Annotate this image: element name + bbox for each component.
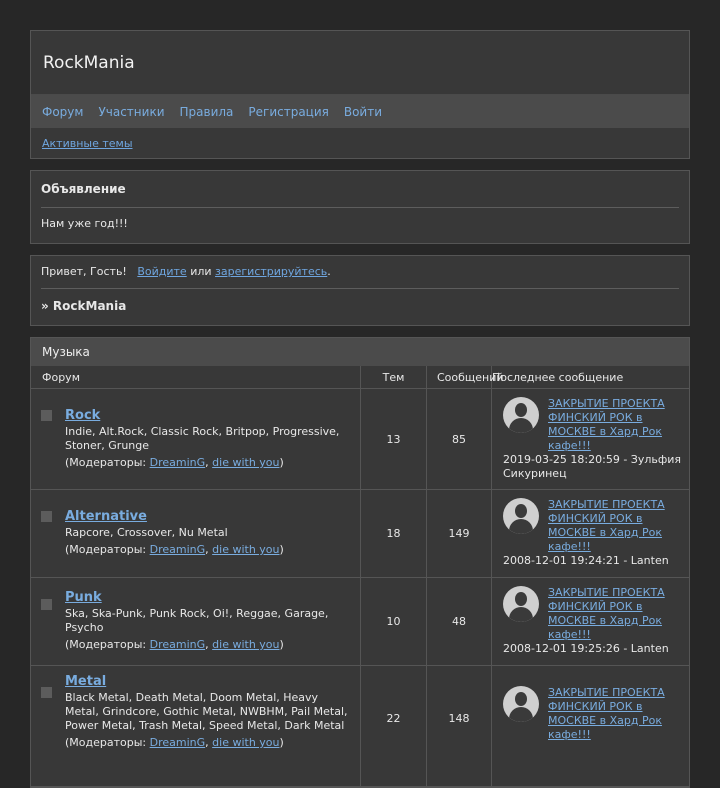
nav-login[interactable]: Войти: [344, 105, 382, 119]
forum-moderators: (Модераторы: DreaminG, die with you): [65, 638, 350, 651]
avatar-icon[interactable]: [503, 397, 539, 433]
moderator-link[interactable]: DreaminG: [150, 736, 206, 749]
avatar-icon[interactable]: [503, 586, 539, 622]
comma: ,: [205, 736, 209, 749]
page-wrapper: RockMania Форум Участники Правила Регист…: [30, 30, 690, 788]
moderators-label: (Модераторы:: [65, 638, 147, 651]
moderator-link[interactable]: die with you: [212, 543, 279, 556]
nav-rules[interactable]: Правила: [180, 105, 234, 119]
close-paren: ): [279, 736, 284, 749]
last-post-cell: ЗАКРЫТИЕ ПРОЕКТА ФИНСКИЙ РОК в МОСКВЕ в …: [492, 490, 689, 577]
comma: ,: [205, 638, 209, 651]
forum-link[interactable]: Alternative: [65, 509, 284, 524]
sub-nav: Активные темы: [31, 128, 689, 158]
forum-moderators: (Модераторы: DreaminG, die with you): [65, 456, 350, 469]
posts-count: 148: [427, 666, 492, 786]
forum-status-icon: [41, 687, 52, 698]
moderator-link[interactable]: DreaminG: [150, 638, 206, 651]
moderator-link[interactable]: die with you: [212, 456, 279, 469]
forum-row: Punk Ska, Ska-Punk, Punk Rock, Oi!, Regg…: [31, 578, 689, 666]
forum-row: Alternative Rapcore, Crossover, Nu Metal…: [31, 490, 689, 578]
moderator-link[interactable]: DreaminG: [150, 456, 206, 469]
forum-row: Rock Indie, Alt.Rock, Classic Rock, Brit…: [31, 389, 689, 490]
last-post-cell: ЗАКРЫТИЕ ПРОЕКТА ФИНСКИЙ РОК в МОСКВЕ в …: [492, 578, 689, 665]
forum-moderators: (Модераторы: DreaminG, die with you): [65, 543, 284, 556]
last-post-info: 2019-03-25 18:20:59 - Зульфия Сикуринец: [503, 453, 682, 480]
register-link[interactable]: зарегистрируйтесь: [215, 265, 327, 278]
forum-description: Rapcore, Crossover, Nu Metal: [65, 526, 228, 539]
avatar-icon[interactable]: [503, 498, 539, 534]
forum-description: Ska, Ska-Punk, Punk Rock, Oi!, Reggae, G…: [65, 607, 329, 634]
breadcrumb[interactable]: » RockMania: [41, 289, 679, 313]
comma: ,: [205, 543, 209, 556]
posts-count: 149: [427, 490, 492, 577]
welcome-line: Привет, Гость! Войдите или зарегистрируй…: [41, 256, 679, 278]
forum-cell: Punk Ska, Ska-Punk, Punk Rock, Oi!, Regg…: [31, 578, 361, 665]
announcement-text: Нам уже год!!!: [41, 217, 128, 230]
topics-count: 22: [361, 666, 427, 786]
last-post-cell: ЗАКРЫТИЕ ПРОЕКТА ФИНСКИЙ РОК в МОСКВЕ в …: [492, 666, 689, 786]
moderator-link[interactable]: die with you: [212, 638, 279, 651]
nav-members[interactable]: Участники: [98, 105, 164, 119]
forum-link[interactable]: Punk: [65, 590, 350, 605]
active-topics-link[interactable]: Активные темы: [42, 137, 133, 150]
forum-cell: Metal Black Metal, Death Metal, Doom Met…: [31, 666, 361, 786]
topics-count: 18: [361, 490, 427, 577]
moderators-label: (Модераторы:: [65, 456, 147, 469]
posts-count: 85: [427, 389, 492, 489]
main-nav: Форум Участники Правила Регистрация Войт…: [31, 95, 689, 128]
header-topics: Тем: [361, 366, 427, 388]
forum-link[interactable]: Rock: [65, 408, 350, 423]
comma: ,: [205, 456, 209, 469]
or-text: или: [190, 265, 212, 278]
table-header: Форум Тем Сообщений Последнее сообщение: [31, 366, 689, 389]
moderator-link[interactable]: DreaminG: [150, 543, 206, 556]
avatar-icon[interactable]: [503, 686, 539, 722]
close-paren: ): [279, 543, 284, 556]
welcome-box: Привет, Гость! Войдите или зарегистрируй…: [30, 255, 690, 326]
announcement-title: Объявление: [41, 182, 126, 196]
forum-link[interactable]: Metal: [65, 674, 350, 689]
header-posts: Сообщений: [427, 366, 504, 388]
forum-cell: Rock Indie, Alt.Rock, Classic Rock, Brit…: [31, 389, 361, 489]
last-post-link[interactable]: ЗАКРЫТИЕ ПРОЕКТА ФИНСКИЙ РОК в МОСКВЕ в …: [548, 397, 678, 453]
last-post-link[interactable]: ЗАКРЫТИЕ ПРОЕКТА ФИНСКИЙ РОК в МОСКВЕ в …: [548, 498, 678, 554]
last-post-link[interactable]: ЗАКРЫТИЕ ПРОЕКТА ФИНСКИЙ РОК в МОСКВЕ в …: [548, 686, 678, 742]
announcement-box: Объявление Нам уже год!!!: [30, 170, 690, 244]
topics-count: 10: [361, 578, 427, 665]
forum-category: Музыка Форум Тем Сообщений Последнее соо…: [30, 337, 690, 788]
greeting-text: Привет, Гость!: [41, 265, 127, 278]
forum-moderators: (Модераторы: DreaminG, die with you): [65, 736, 350, 749]
moderator-link[interactable]: die with you: [212, 736, 279, 749]
posts-count: 48: [427, 578, 492, 665]
last-post-info: 2008-12-01 19:24:21 - Lanten: [503, 554, 669, 567]
last-post-cell: ЗАКРЫТИЕ ПРОЕКТА ФИНСКИЙ РОК в МОСКВЕ в …: [492, 389, 689, 489]
forum-status-icon: [41, 511, 52, 522]
forum-status-icon: [41, 599, 52, 610]
site-header: RockMania Форум Участники Правила Регист…: [30, 30, 690, 159]
forum-description: Black Metal, Death Metal, Doom Metal, He…: [65, 691, 348, 732]
header-forum: Форум: [31, 366, 361, 388]
header-last-post: Последнее сообщение: [492, 370, 624, 384]
nav-register[interactable]: Регистрация: [248, 105, 328, 119]
topics-count: 13: [361, 389, 427, 489]
close-paren: ): [279, 456, 284, 469]
last-post-info: 2008-12-01 19:25:26 - Lanten: [503, 642, 669, 655]
moderators-label: (Модераторы:: [65, 543, 147, 556]
category-title[interactable]: Музыка: [31, 338, 689, 366]
forum-status-icon: [41, 410, 52, 421]
forum-cell: Alternative Rapcore, Crossover, Nu Metal…: [31, 490, 361, 577]
site-title[interactable]: RockMania: [31, 31, 689, 95]
last-post-link[interactable]: ЗАКРЫТИЕ ПРОЕКТА ФИНСКИЙ РОК в МОСКВЕ в …: [548, 586, 678, 642]
login-link[interactable]: Войдите: [137, 265, 186, 278]
nav-forum[interactable]: Форум: [42, 105, 83, 119]
moderators-label: (Модераторы:: [65, 736, 147, 749]
forum-row: Metal Black Metal, Death Metal, Doom Met…: [31, 666, 689, 787]
period-text: .: [327, 265, 331, 278]
forum-description: Indie, Alt.Rock, Classic Rock, Britpop, …: [65, 425, 340, 452]
close-paren: ): [279, 638, 284, 651]
